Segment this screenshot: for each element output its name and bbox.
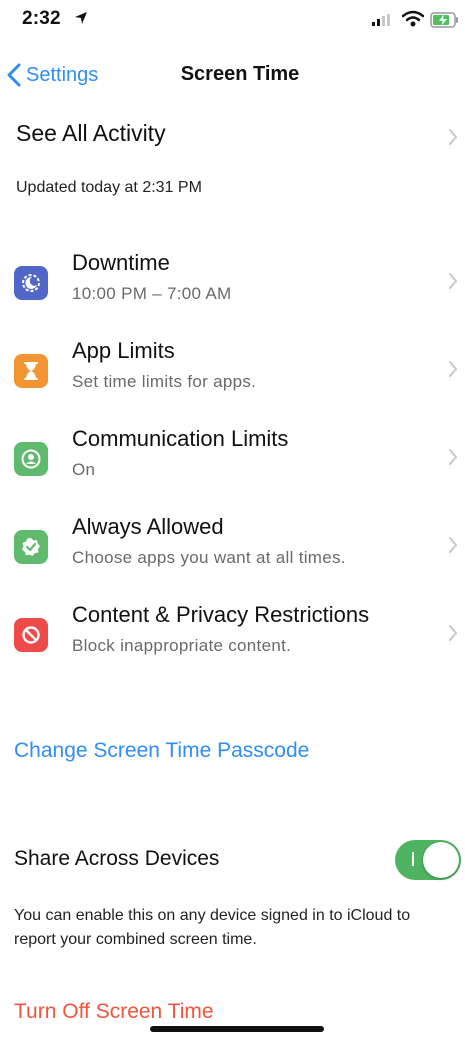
row-communication-limits[interactable]: Communication Limits On xyxy=(0,420,465,508)
downtime-icon xyxy=(14,266,48,300)
chevron-right-icon xyxy=(449,361,458,377)
row-subtitle: 10:00 PM – 7:00 AM xyxy=(72,284,232,303)
row-app-limits[interactable]: App Limits Set time limits for apps. xyxy=(0,332,465,420)
cellular-signal-icon xyxy=(372,14,390,26)
share-across-devices-toggle[interactable] xyxy=(395,840,461,880)
row-content-privacy[interactable]: Content & Privacy Restrictions Block ina… xyxy=(0,596,465,684)
person-circle-icon xyxy=(14,442,48,476)
checkmark-badge-icon xyxy=(14,530,48,564)
row-downtime[interactable]: Downtime 10:00 PM – 7:00 AM xyxy=(0,244,465,332)
no-entry-icon xyxy=(14,618,48,652)
row-subtitle: On xyxy=(72,460,96,479)
row-subtitle: Choose apps you want at all times. xyxy=(72,548,346,567)
row-subtitle: Block inappropriate content. xyxy=(72,636,292,655)
updated-timestamp: Updated today at 2:31 PM xyxy=(16,179,202,196)
row-title: App Limits xyxy=(72,338,175,363)
wifi-icon xyxy=(402,10,424,27)
home-indicator[interactable] xyxy=(150,1026,324,1032)
row-title: Communication Limits xyxy=(72,426,289,451)
row-always-allowed[interactable]: Always Allowed Choose apps you want at a… xyxy=(0,508,465,596)
chevron-right-icon xyxy=(449,625,458,641)
location-arrow-icon xyxy=(75,12,87,24)
toggle-on-mark xyxy=(412,852,414,866)
hourglass-icon xyxy=(14,354,48,388)
share-across-devices-label: Share Across Devices xyxy=(14,847,220,870)
row-title: Downtime xyxy=(72,250,170,275)
row-title: Content & Privacy Restrictions xyxy=(72,602,370,627)
row-subtitle: Set time limits for apps. xyxy=(72,372,257,391)
toggle-knob xyxy=(423,842,459,878)
status-time: 2:32 xyxy=(22,8,61,29)
change-passcode-button[interactable]: Change Screen Time Passcode xyxy=(14,739,309,763)
chevron-right-icon xyxy=(449,449,458,465)
chevron-right-icon xyxy=(449,273,458,289)
share-note: You can enable this on any device signed… xyxy=(14,907,411,948)
page-title: Screen Time xyxy=(180,63,300,85)
chevron-right-icon xyxy=(449,537,458,553)
turn-off-screen-time-button[interactable]: Turn Off Screen Time xyxy=(14,1000,214,1024)
row-title: Always Allowed xyxy=(72,514,224,539)
battery-charging-icon xyxy=(430,12,458,28)
chevron-right-icon xyxy=(449,129,458,145)
see-all-activity-button[interactable]: See All Activity xyxy=(16,120,166,147)
